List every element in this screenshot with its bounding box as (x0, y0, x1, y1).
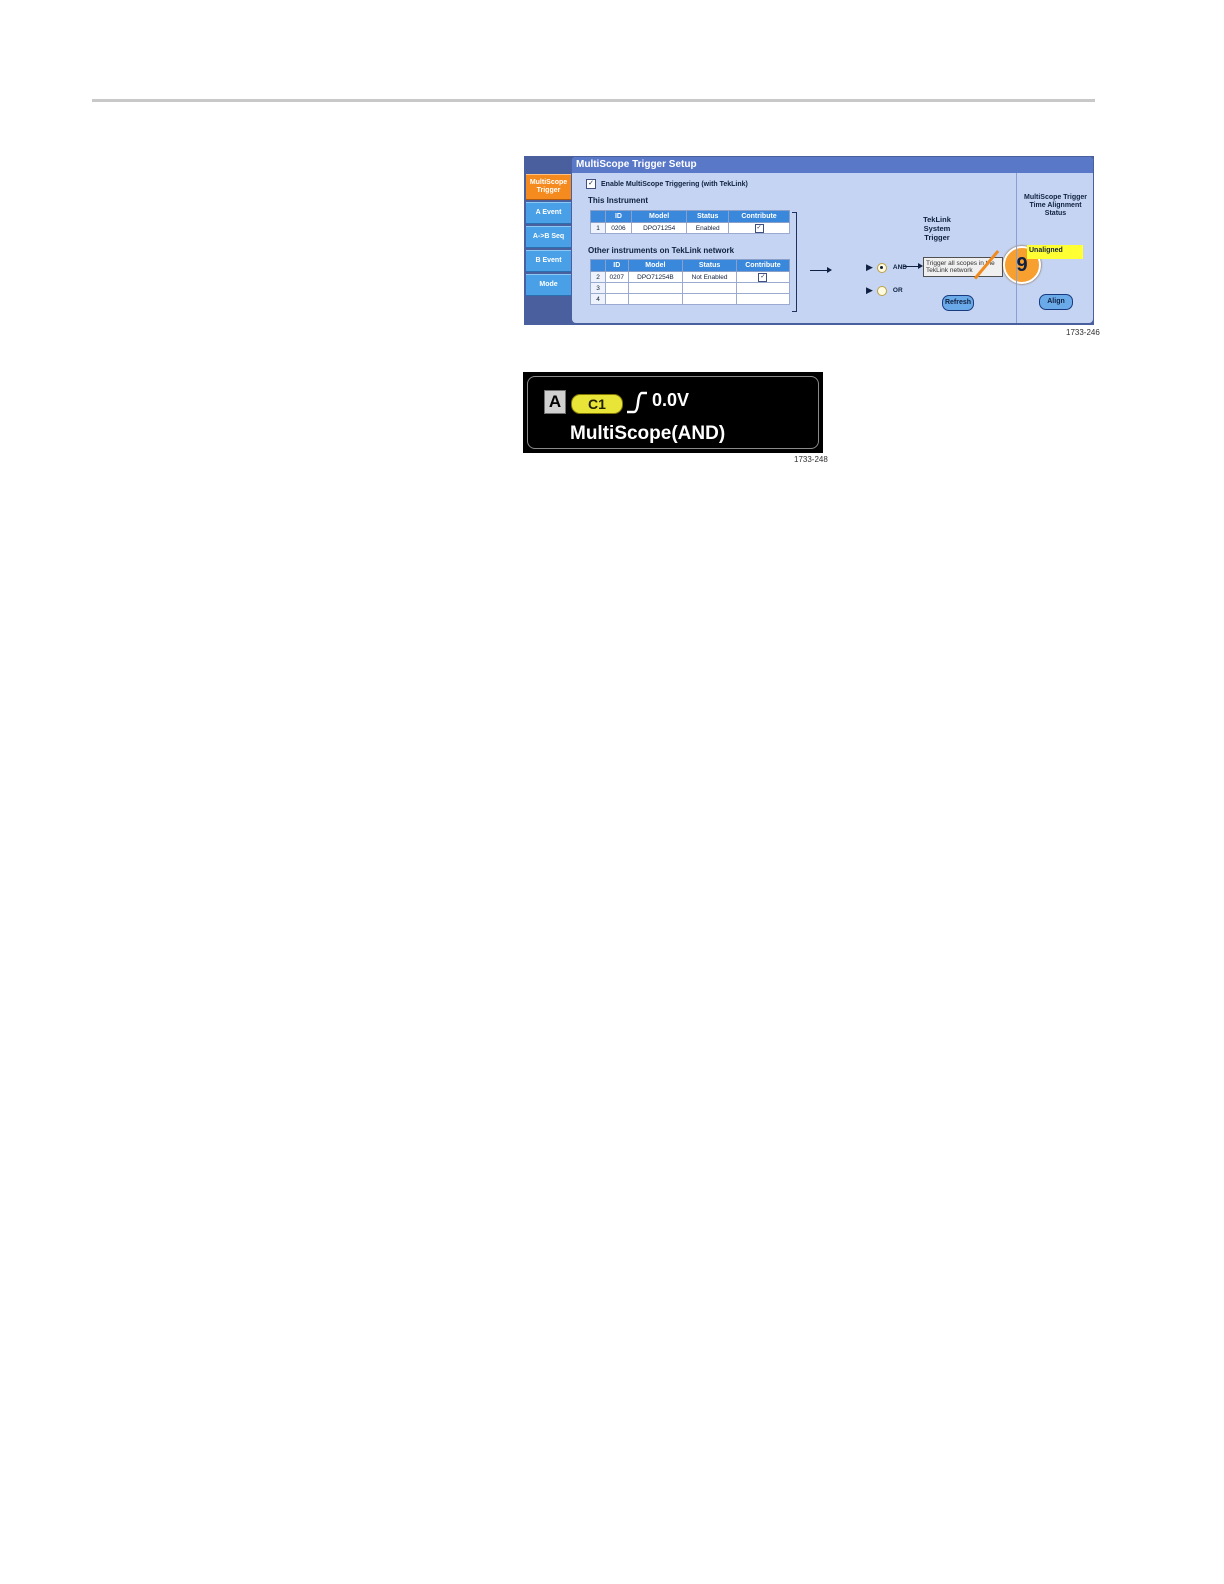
column-header-model: Model (627, 259, 684, 272)
cell-status: Enabled (686, 222, 730, 234)
or-option[interactable]: ▶ OR (866, 285, 903, 296)
enable-multiscope-label: Enable MultiScope Triggering (with TekLi… (601, 180, 748, 188)
row-number: 3 (590, 282, 606, 294)
trigger-readout: A C1 0.0V MultiScope(AND) (523, 372, 823, 453)
trigger-mode: MultiScope(AND) (570, 423, 726, 444)
plug-icon: ▶ (866, 285, 873, 295)
column-header-model: Model (630, 210, 688, 223)
arrow-to-logic (810, 270, 828, 271)
trigger-level: 0.0V (652, 390, 690, 410)
rising-edge-icon (627, 391, 647, 414)
cell-model (627, 282, 684, 294)
this-instrument-table: ID Model Status Contribute 1 0206 DPO712… (590, 210, 790, 234)
other-instruments-table: ID Model Status Contribute 2 0207 DPO712… (590, 259, 791, 305)
alignment-status-value: Unaligned (1027, 245, 1083, 259)
teklink-system-trigger-title: TekLink System Trigger (923, 215, 951, 242)
figure-id-readout: 1733-248 (794, 455, 828, 464)
setup-content: MultiScope Trigger Setup ✓ Enable MultiS… (572, 157, 1093, 323)
sidebar-item-multiscope-trigger[interactable]: MultiScope Trigger (526, 174, 571, 200)
cell-status (682, 293, 737, 305)
cell-model: DPO71254B (627, 271, 684, 283)
multiscope-trigger-setup-panel: MultiScope Trigger A Event A->B Seq B Ev… (524, 156, 1094, 325)
row-number: 1 (590, 222, 606, 234)
channel-badge: C1 (571, 394, 623, 414)
align-button[interactable]: Align (1039, 294, 1073, 310)
rownum-header (590, 259, 606, 272)
sidebar-item-b-event[interactable]: B Event (526, 250, 571, 272)
row-number: 2 (590, 271, 606, 283)
cell-status: Not Enabled (682, 271, 737, 283)
table-header-row: ID Model Status Contribute (590, 210, 790, 223)
column-header-id: ID (605, 259, 629, 272)
instruments-bracket (792, 212, 797, 312)
column-header-contribute: Contribute (735, 259, 791, 272)
table-header-row: ID Model Status Contribute (590, 259, 791, 272)
readout-frame: A C1 0.0V MultiScope(AND) (527, 376, 819, 449)
cell-status (682, 282, 737, 294)
trigger-sidebar: MultiScope Trigger A Event A->B Seq B Ev… (526, 174, 571, 298)
row-number: 4 (590, 293, 606, 305)
page-top-rule (92, 99, 1095, 102)
status-divider (1016, 173, 1017, 323)
cell-contribute[interactable] (735, 282, 791, 294)
table-row[interactable]: 1 0206 DPO71254 Enabled ✓ (590, 222, 790, 234)
plug-icon: ▶ (866, 262, 873, 272)
this-instrument-label: This Instrument (588, 196, 649, 205)
enable-multiscope-row[interactable]: ✓ Enable MultiScope Triggering (with Tek… (586, 179, 748, 189)
column-header-status: Status (686, 210, 730, 223)
contribute-checkbox[interactable]: ✓ (758, 272, 768, 282)
contribute-checkbox[interactable]: ✓ (754, 223, 764, 233)
table-row[interactable]: 2 0207 DPO71254B Not Enabled ✓ (590, 271, 791, 283)
cell-model: DPO71254 (630, 222, 688, 234)
cell-contribute[interactable]: ✓ (735, 271, 791, 283)
cell-contribute[interactable]: ✓ (728, 222, 790, 234)
sidebar-item-a-event[interactable]: A Event (526, 202, 571, 224)
panel-title: MultiScope Trigger Setup (572, 157, 1093, 173)
cell-id: 0207 (605, 271, 629, 283)
enable-multiscope-checkbox[interactable]: ✓ (586, 179, 596, 189)
column-header-id: ID (605, 210, 632, 223)
table-row[interactable]: 4 (590, 293, 791, 305)
table-row[interactable]: 3 (590, 282, 791, 294)
arrow-to-note (903, 266, 919, 267)
sidebar-item-mode[interactable]: Mode (526, 274, 571, 296)
figure-id-setup: 1733-246 (1066, 328, 1100, 337)
cell-id (605, 282, 629, 294)
trigger-source-badge: A (544, 390, 566, 414)
column-header-contribute: Contribute (728, 210, 790, 223)
rownum-header (590, 210, 606, 223)
or-radio[interactable] (876, 285, 887, 296)
refresh-button[interactable]: Refresh (942, 295, 974, 311)
other-instruments-label: Other instruments on TekLink network (588, 246, 735, 255)
cell-id (605, 293, 629, 305)
cell-model (627, 293, 684, 305)
alignment-status-title: MultiScope Trigger Time Alignment Status (1023, 194, 1087, 217)
cell-id: 0206 (605, 222, 632, 234)
or-label: OR (892, 287, 903, 294)
cell-contribute[interactable] (735, 293, 791, 305)
sidebar-item-a-b-seq[interactable]: A->B Seq (526, 226, 571, 248)
arrow-to-logic-head (827, 267, 832, 273)
and-radio[interactable] (876, 262, 887, 273)
column-header-status: Status (682, 259, 737, 272)
and-option[interactable]: ▶ AND (866, 262, 907, 273)
